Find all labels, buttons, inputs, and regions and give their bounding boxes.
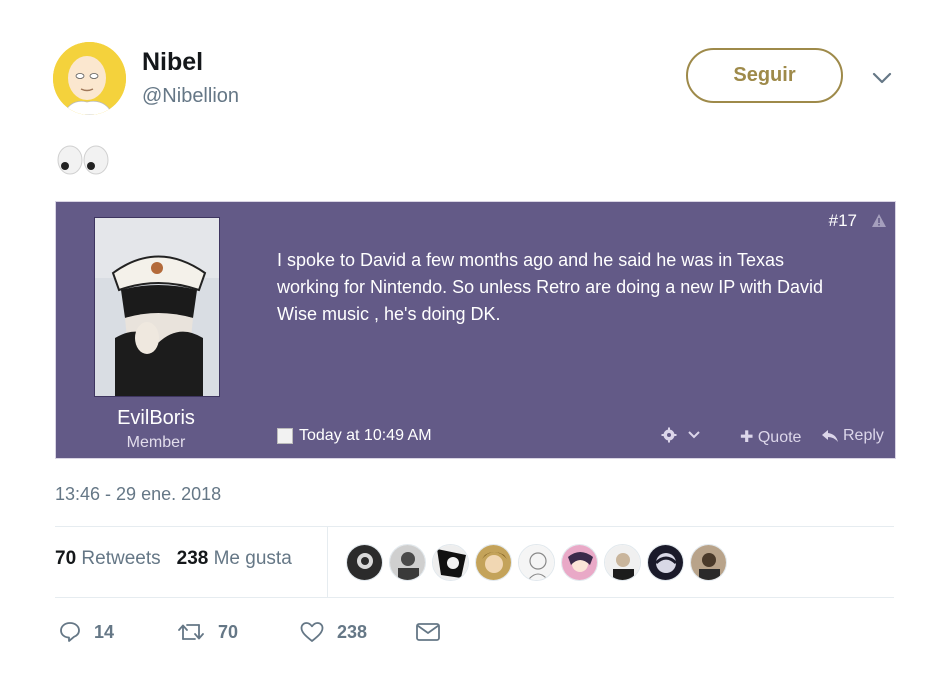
- reply-count: 14: [94, 621, 115, 642]
- divider: [55, 597, 894, 598]
- reply-bubble-icon: [60, 622, 80, 642]
- post-date-text: Today at 10:49 AM: [299, 427, 432, 444]
- liker-avatar[interactable]: [561, 544, 598, 581]
- reply-button[interactable]: 14: [58, 620, 176, 644]
- liker-avatar[interactable]: [604, 544, 641, 581]
- eyes-emoji-icon: [56, 145, 116, 175]
- follow-button[interactable]: Seguir: [686, 48, 843, 103]
- reply-link: Reply: [821, 427, 884, 445]
- forum-user-title: Member: [126, 434, 186, 451]
- warning-icon: [871, 213, 887, 228]
- embedded-forum-post[interactable]: EvilBoris Member #17 I spoke to David a …: [55, 201, 896, 459]
- tweet-actions: 14 70 238: [58, 620, 441, 644]
- tweet-timestamp[interactable]: 13:46 - 29 ene. 2018: [55, 484, 221, 505]
- retweets-stat[interactable]: 70 Retweets: [55, 548, 161, 570]
- chevron-down-icon[interactable]: [868, 66, 896, 90]
- post-tools: [661, 427, 701, 443]
- post-date: Today at 10:49 AM: [277, 427, 432, 445]
- liker-avatar[interactable]: [475, 544, 512, 581]
- liker-avatar[interactable]: [432, 544, 469, 581]
- tweet-stats: 70 Retweets 238 Me gusta: [55, 548, 292, 570]
- retweet-count: 70: [218, 621, 239, 642]
- retweets-count: 70: [55, 548, 77, 569]
- retweet-icon: [178, 624, 204, 640]
- forum-username: EvilBoris: [117, 407, 195, 429]
- liker-avatars: [346, 544, 727, 581]
- forum-user-avatar: [94, 217, 220, 397]
- likes-count: 238: [176, 548, 209, 569]
- reply-arrow-icon: [822, 430, 838, 442]
- gear-icon: [661, 427, 677, 443]
- plus-icon: ✚: [740, 429, 754, 446]
- liker-avatar[interactable]: [346, 544, 383, 581]
- retweet-button[interactable]: 70: [176, 620, 299, 644]
- heart-icon: [300, 622, 324, 642]
- likes-label: Me gusta: [213, 548, 292, 569]
- user-avatar[interactable]: [53, 42, 126, 115]
- quote-label: Quote: [757, 429, 802, 446]
- stats-divider: [327, 527, 328, 597]
- like-button[interactable]: 238: [299, 620, 415, 644]
- post-number: #17: [828, 211, 857, 230]
- display-name[interactable]: Nibel: [142, 48, 203, 77]
- envelope-icon: [416, 623, 440, 641]
- user-handle[interactable]: @Nibellion: [142, 85, 239, 108]
- reply-label: Reply: [843, 427, 884, 444]
- select-checkbox: [277, 428, 293, 444]
- liker-avatar[interactable]: [647, 544, 684, 581]
- chevron-down-icon: [688, 431, 700, 439]
- like-count: 238: [337, 621, 368, 642]
- quote-link: ✚ Quote: [740, 427, 801, 447]
- liker-avatar[interactable]: [389, 544, 426, 581]
- liker-avatar[interactable]: [690, 544, 727, 581]
- retweets-label: Retweets: [81, 548, 161, 569]
- likes-stat[interactable]: 238 Me gusta: [177, 548, 292, 570]
- liker-avatar[interactable]: [518, 544, 555, 581]
- divider: [55, 526, 894, 527]
- direct-message-button[interactable]: [415, 621, 441, 643]
- bald-hero-avatar-icon: [53, 42, 126, 115]
- post-body: I spoke to David a few months ago and he…: [277, 250, 823, 324]
